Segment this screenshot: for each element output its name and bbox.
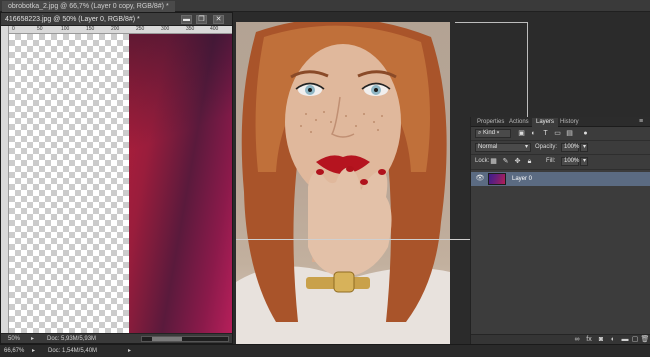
ruler-tick: 400 [210, 26, 219, 32]
layer-row-selected[interactable]: 👁︎ Layer 0 [471, 172, 650, 186]
lock-position-icon[interactable]: ✥ [513, 157, 522, 166]
ruler-tick: 0 [12, 26, 15, 32]
status-menu-arrow-icon[interactable]: ▸ [128, 345, 131, 357]
ruler-tick: 100 [61, 26, 70, 32]
status-arrow-icon[interactable]: ▸ [32, 345, 35, 357]
divider [471, 154, 650, 155]
document-size: Doc: 1,54M/5,40M [48, 348, 98, 354]
divider [471, 169, 650, 170]
opacity-label: Opacity: [535, 144, 558, 150]
image-filter-icon[interactable]: ▣ [517, 129, 526, 138]
document-title: 416658223.jpg @ 50% (Layer 0, RGB/8#) * [5, 16, 140, 23]
ruler-tick: 250 [136, 26, 145, 32]
lock-transparent-icon[interactable]: ▦ [489, 157, 498, 166]
ruler-horizontal[interactable]: 0 50 100 150 200 250 300 350 400 [9, 26, 232, 34]
filter-kind-label: Kind [483, 130, 496, 136]
opacity-input[interactable]: 100% [561, 143, 579, 152]
document-title-bar[interactable]: 416658223.jpg @ 50% (Layer 0, RGB/8#) * … [1, 13, 232, 26]
ruler-vertical[interactable] [1, 26, 9, 333]
status-arrow-icon[interactable]: ▸ [31, 334, 34, 344]
search-icon: ⌕ [478, 130, 482, 136]
scrollbar-thumb[interactable] [152, 337, 182, 341]
shape-filter-icon[interactable]: ▭ [553, 129, 562, 138]
smart-object-filter-icon[interactable]: ▤ [565, 129, 574, 138]
document-canvas[interactable] [9, 34, 232, 333]
lock-label: Lock: [475, 158, 490, 164]
zoom-level[interactable]: 66,67% [4, 345, 24, 357]
close-button[interactable]: ✕ [213, 15, 224, 24]
main-status-bar: 66,67% ▸ Doc: 1,54M/5,40M ▸ [0, 344, 650, 356]
lock-image-icon[interactable]: ✎ [501, 157, 510, 166]
panel-tab-bar: Properties Actions Layers History ≡ [471, 117, 650, 127]
tab-history[interactable]: History [556, 118, 583, 127]
fill-dropdown-button[interactable]: ▾ [580, 157, 588, 166]
document-status-bar: 50% ▸ Doc: 5,93M/5,93M [1, 333, 232, 343]
chevron-down-icon: ▾ [524, 144, 528, 150]
ruler-tick: 50 [37, 26, 43, 32]
transparency-checkerboard [9, 34, 129, 333]
horizontal-scrollbar[interactable] [141, 336, 229, 342]
ruler-tick: 350 [186, 26, 195, 32]
document-tab-obrobotka[interactable]: obrobotka_2.jpg @ 66,7% (Layer 0 copy, R… [2, 1, 175, 12]
gradient-layer-preview [129, 34, 232, 333]
ruler-tick: 300 [161, 26, 170, 32]
zoom-level[interactable]: 50% [8, 334, 20, 344]
ruler-tick: 150 [86, 26, 95, 32]
document-size: Doc: 5,93M/5,93M [47, 336, 97, 342]
eye-icon[interactable]: 👁︎ [475, 174, 485, 184]
layer-filter-select[interactable]: ⌕ Kind ▾ [475, 129, 511, 138]
document-tab-bar: obrobotka_2.jpg @ 66,7% (Layer 0 copy, R… [0, 0, 650, 12]
fill-label: Fill: [546, 158, 556, 164]
tab-actions[interactable]: Actions [505, 118, 533, 127]
opacity-dropdown-button[interactable]: ▾ [580, 143, 588, 152]
filter-toggle-icon[interactable]: ● [581, 129, 590, 138]
ruler-tick: 200 [111, 26, 120, 32]
tab-properties[interactable]: Properties [473, 118, 508, 127]
chevron-down-icon: ▾ [496, 130, 500, 136]
layer-thumbnail [488, 173, 506, 185]
portrait-photo [236, 22, 450, 344]
minimize-button[interactable]: ▬ [181, 15, 192, 24]
lock-all-icon[interactable]: 🔒︎ [525, 157, 534, 166]
blend-mode-value: Normal [478, 144, 498, 150]
adjustment-filter-icon[interactable]: ◐ [529, 129, 538, 138]
tab-layers[interactable]: Layers [532, 118, 559, 127]
floating-document-window: 416658223.jpg @ 50% (Layer 0, RGB/8#) * … [0, 12, 233, 344]
guide-line-horizontal [236, 239, 470, 240]
blend-mode-select[interactable]: Normal ▾ [475, 143, 531, 152]
panel-footer: ∞ fx ◙ ◐ ▬ ▢ 🗑︎ [471, 334, 650, 344]
panel-menu-icon[interactable]: ≡ [639, 118, 643, 126]
guide-line-vertical [527, 22, 528, 118]
layers-panel: Properties Actions Layers History ≡ ⌕ Ki… [470, 117, 650, 344]
type-filter-icon[interactable]: T [541, 129, 550, 138]
portrait-image [236, 22, 450, 344]
fill-input[interactable]: 100% [561, 157, 579, 166]
layer-name[interactable]: Layer 0 [512, 172, 532, 186]
restore-button[interactable]: ❐ [196, 15, 207, 24]
divider [471, 140, 650, 141]
guide-line-top [455, 22, 528, 23]
